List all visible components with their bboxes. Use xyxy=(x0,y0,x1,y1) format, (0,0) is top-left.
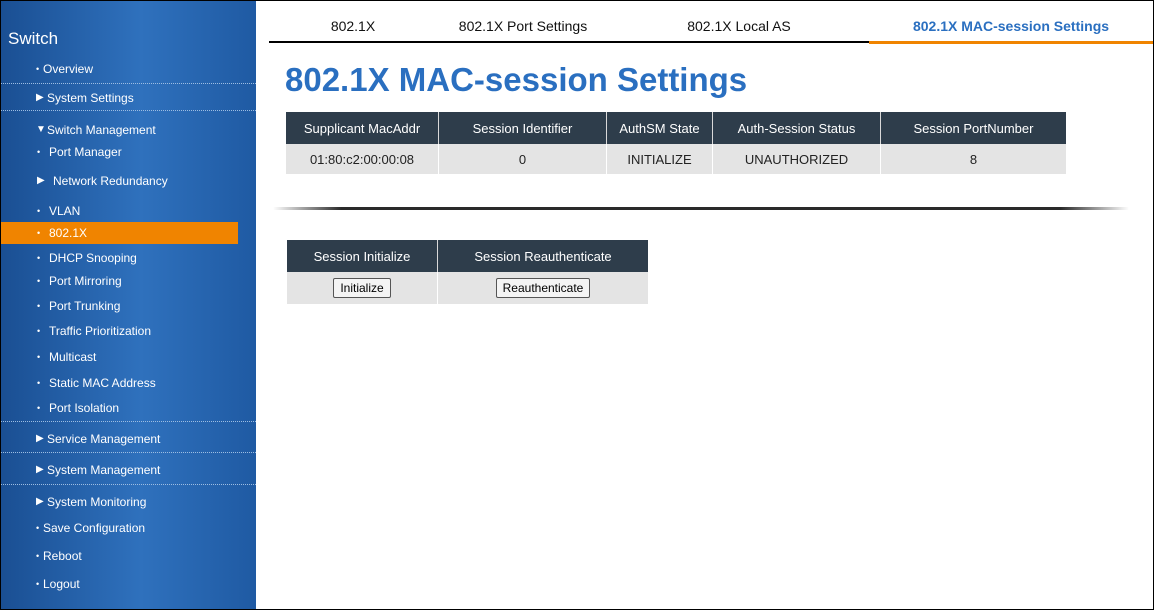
bullet-icon: • xyxy=(37,147,41,157)
tab-802-1x-mac-session-settings[interactable]: 802.1X MAC-session Settings xyxy=(869,7,1153,44)
bullet-icon: • xyxy=(37,301,41,311)
sidebar-item-port-manager[interactable]: • Port Manager xyxy=(1,142,256,168)
column-header: Session Initialize xyxy=(287,240,438,272)
table-cell: Reauthenticate xyxy=(437,272,648,304)
bullet-icon: • xyxy=(37,326,41,336)
column-header: Session Reauthenticate xyxy=(437,240,648,272)
table-cell: UNAUTHORIZED xyxy=(712,144,881,174)
table-row: 01:80:c2:00:00:08 0 INITIALIZE UNAUTHORI… xyxy=(286,144,1066,174)
sidebar-item-static-mac-address[interactable]: • Static MAC Address xyxy=(1,371,256,397)
column-header: Session Identifier xyxy=(438,112,607,144)
column-header: Supplicant MacAddr xyxy=(286,112,439,144)
table-header-row: Supplicant MacAddr Session Identifier Au… xyxy=(286,112,1066,144)
sidebar-item-traffic-prioritization[interactable]: • Traffic Prioritization xyxy=(1,319,256,345)
sidebar-item-label: 802.1X xyxy=(49,226,88,240)
sidebar-menu: • Overview ▶ System Settings ▼ Switch Ma… xyxy=(1,59,256,600)
column-header: Session PortNumber xyxy=(880,112,1066,144)
sidebar-item-service-management[interactable]: ▶ Service Management xyxy=(1,422,256,453)
sidebar-item-reboot[interactable]: • Reboot xyxy=(1,544,256,572)
sidebar-item-label: Logout xyxy=(43,577,80,591)
tab-802-1x[interactable]: 802.1X xyxy=(269,7,437,43)
table-cell: Initialize xyxy=(287,272,438,304)
sidebar-item-multicast[interactable]: • Multicast xyxy=(1,345,256,371)
sidebar-item-802-1x[interactable]: • 802.1X xyxy=(1,222,238,244)
section-divider xyxy=(273,207,1129,210)
initialize-button[interactable]: Initialize xyxy=(333,278,391,298)
sidebar-item-label: Multicast xyxy=(49,350,97,364)
sidebar-item-label: Overview xyxy=(43,62,94,76)
sidebar-item-vlan[interactable]: • VLAN xyxy=(1,196,256,222)
sidebar-item-label: Static MAC Address xyxy=(49,376,156,390)
app-frame: Switch • Overview ▶ System Settings ▼ Sw… xyxy=(0,0,1154,610)
tab-802-1x-local-as[interactable]: 802.1X Local AS xyxy=(609,7,869,43)
column-header: AuthSM State xyxy=(606,112,713,144)
column-header: Auth-Session Status xyxy=(712,112,881,144)
tab-802-1x-port-settings[interactable]: 802.1X Port Settings xyxy=(437,7,609,43)
expand-arrow-icon: ▶ xyxy=(36,433,44,444)
sidebar-item-label: Reboot xyxy=(43,549,82,563)
table-cell: INITIALIZE xyxy=(606,144,713,174)
sidebar-item-label: DHCP Snooping xyxy=(49,251,137,265)
sidebar-item-label: System Monitoring xyxy=(47,495,147,509)
brand-title: Switch xyxy=(8,29,59,48)
sidebar-item-label: Port Trunking xyxy=(49,299,121,313)
bullet-icon: • xyxy=(37,228,41,238)
session-action-table: Session Initialize Session Reauthenticat… xyxy=(287,240,648,304)
bullet-icon: • xyxy=(36,579,40,589)
sidebar-item-label: Port Mirroring xyxy=(49,274,122,288)
sidebar-item-overview[interactable]: • Overview xyxy=(1,59,256,84)
session-table: Supplicant MacAddr Session Identifier Au… xyxy=(286,112,1066,174)
sidebar-item-port-isolation[interactable]: • Port Isolation xyxy=(1,397,256,422)
sidebar-item-save-configuration[interactable]: • Save Configuration xyxy=(1,516,256,544)
sidebar-item-system-settings[interactable]: ▶ System Settings xyxy=(1,84,256,111)
sidebar-item-label: VLAN xyxy=(49,204,81,218)
tab-label: 802.1X Port Settings xyxy=(458,18,588,34)
bullet-icon: • xyxy=(36,64,40,74)
bullet-icon: • xyxy=(37,378,41,388)
sidebar-item-label: System Settings xyxy=(47,91,134,105)
expand-arrow-icon: ▶ xyxy=(36,464,44,475)
sidebar-item-logout[interactable]: • Logout xyxy=(1,572,256,600)
sidebar-item-system-management[interactable]: ▶ System Management xyxy=(1,453,256,485)
sidebar-item-label: Switch Management xyxy=(47,123,156,137)
tab-label: 802.1X Local AS xyxy=(687,18,791,34)
bullet-icon: • xyxy=(37,276,41,286)
sidebar-item-port-trunking[interactable]: • Port Trunking xyxy=(1,294,256,319)
tab-bar: 802.1X 802.1X Port Settings 802.1X Local… xyxy=(269,7,1153,44)
sidebar-item-label: Service Management xyxy=(47,432,161,446)
expand-arrow-icon: ▶ xyxy=(37,175,45,186)
page-title: 802.1X MAC-session Settings xyxy=(285,61,748,98)
reauthenticate-button[interactable]: Reauthenticate xyxy=(495,278,591,298)
sidebar-item-system-monitoring[interactable]: ▶ System Monitoring xyxy=(1,485,256,516)
bullet-icon: • xyxy=(36,551,40,561)
table-cell: 0 xyxy=(438,144,607,174)
sidebar-item-dhcp-snooping[interactable]: • DHCP Snooping xyxy=(1,244,256,269)
bullet-icon: • xyxy=(37,403,41,413)
table-header-row: Session Initialize Session Reauthenticat… xyxy=(287,240,648,272)
bullet-icon: • xyxy=(36,523,40,533)
sidebar-item-label: Traffic Prioritization xyxy=(49,324,152,338)
sidebar-item-label: Port Isolation xyxy=(49,401,120,415)
tab-label: 802.1X MAC-session Settings xyxy=(912,18,1110,34)
sidebar-item-switch-management[interactable]: ▼ Switch Management xyxy=(1,111,256,142)
expand-arrow-icon: ▶ xyxy=(36,496,44,507)
bullet-icon: • xyxy=(37,352,41,362)
tab-label: 802.1X xyxy=(330,18,376,34)
sidebar-item-label: Network Redundancy xyxy=(53,174,168,188)
sidebar: Switch • Overview ▶ System Settings ▼ Sw… xyxy=(1,1,256,609)
sidebar-item-label: Port Manager xyxy=(49,145,122,159)
expand-arrow-icon: ▶ xyxy=(36,92,44,103)
sidebar-item-label: Save Configuration xyxy=(43,521,146,535)
sidebar-item-network-redundancy[interactable]: ▶ Network Redundancy xyxy=(1,168,256,196)
sidebar-item-label: System Management xyxy=(47,463,161,477)
table-row: Initialize Reauthenticate xyxy=(287,272,648,304)
table-cell: 8 xyxy=(880,144,1066,174)
sidebar-item-port-mirroring[interactable]: • Port Mirroring xyxy=(1,269,256,294)
table-cell: 01:80:c2:00:00:08 xyxy=(286,144,439,174)
